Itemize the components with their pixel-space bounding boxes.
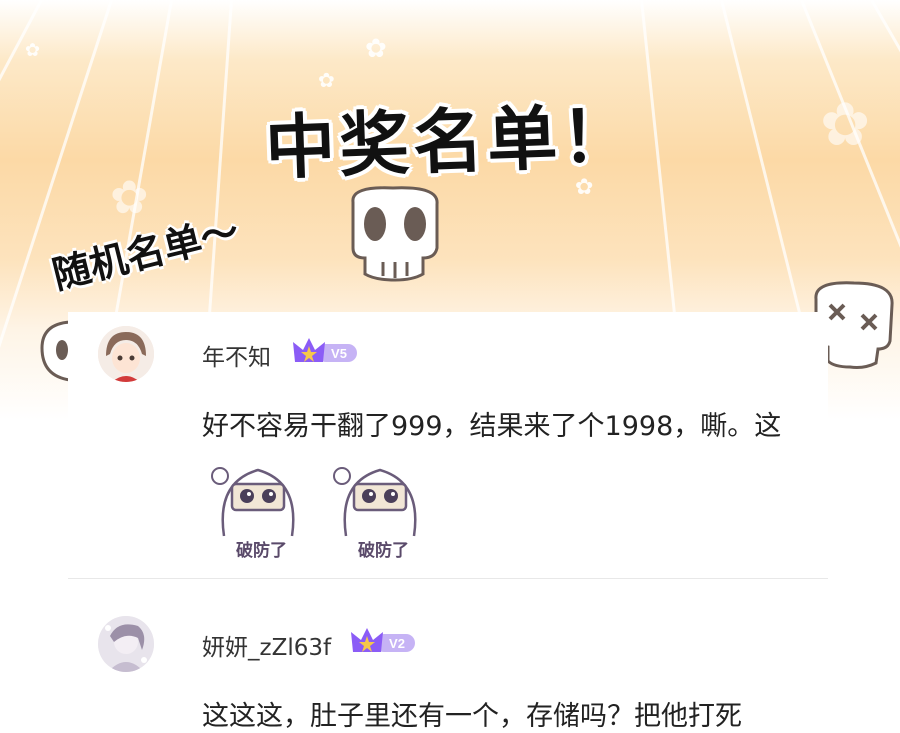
avatar-image [98,616,154,672]
level-text: V2 [389,636,405,651]
vip-level-badge: V5 [291,334,361,372]
flower-icon: ✿ [110,170,149,224]
username[interactable]: 妍妍_zZl63f [202,628,331,662]
crown-icon: V5 [293,338,357,362]
page-title: 中奖名单！ [263,94,637,190]
flower-icon: ✿ [318,68,335,92]
sticker[interactable]: 破防了 [324,452,436,561]
crown-icon: V2 [351,628,415,652]
vip-level-badge: V2 [349,624,419,662]
comment-list: 年不知 V5 好不容易干翻了999，结果来了个1998，嘶。这 破防了 破防了 … [68,312,828,732]
divider [68,578,828,579]
sticker-caption: 破防了 [358,541,409,561]
flower-icon: ✿ [25,40,41,61]
level-text: V5 [331,346,347,361]
comment-text: 好不容易干翻了999，结果来了个1998，嘶。这 [202,411,782,442]
flower-icon: ✿ [365,34,387,64]
sticker[interactable]: 破防了 [202,452,314,561]
skull-icon [40,320,71,382]
flower-icon: ✿ [820,90,871,160]
username[interactable]: 年不知 [202,338,271,372]
comment-text: 这这这，肚子里还有一个，存储吗？把他打死 [202,701,742,732]
avatar[interactable] [98,616,154,672]
avatar[interactable] [98,326,154,382]
sticker-caption: 破防了 [236,541,287,561]
skull-icon [351,186,439,282]
avatar-image [98,326,154,382]
